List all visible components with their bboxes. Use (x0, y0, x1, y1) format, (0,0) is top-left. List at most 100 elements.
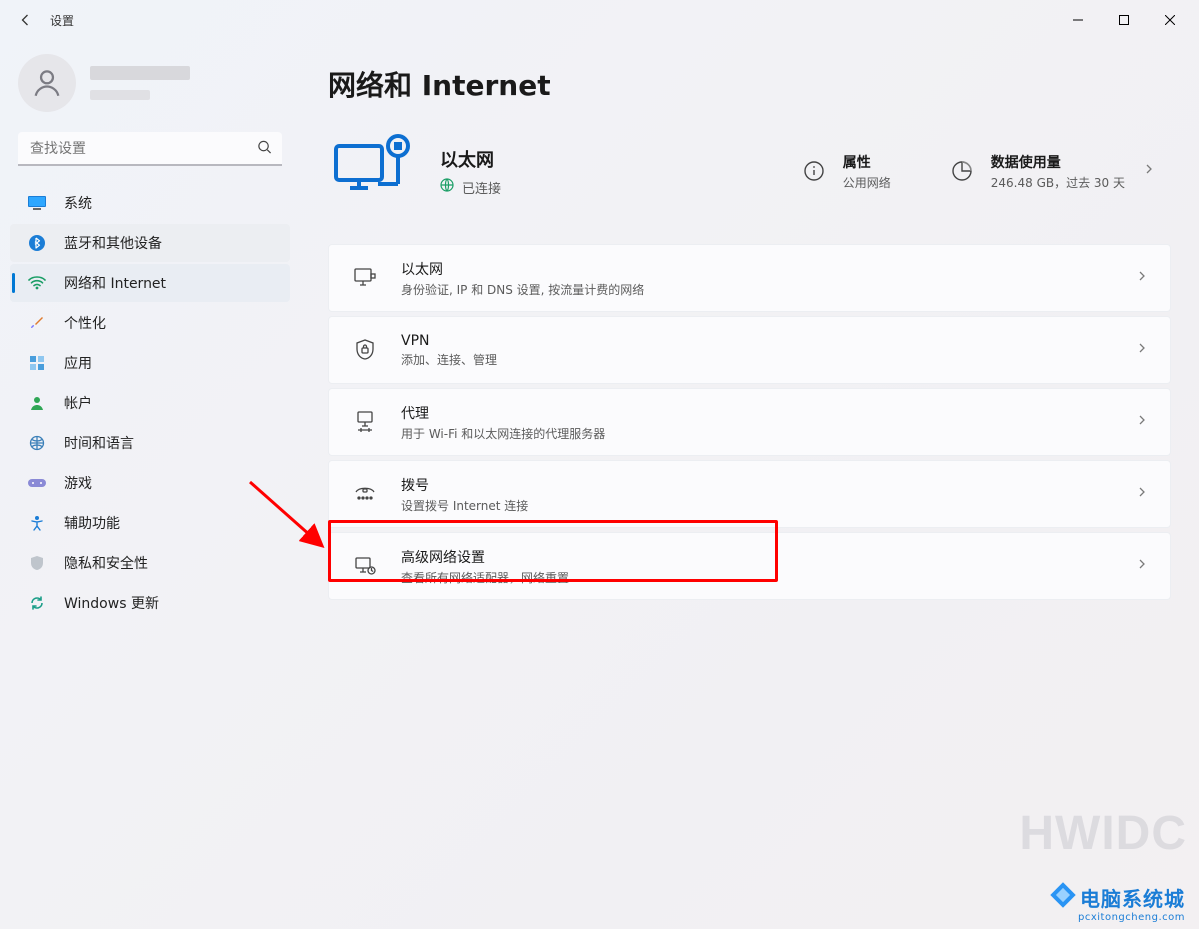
card-proxy[interactable]: 代理 用于 Wi-Fi 和以太网连接的代理服务器 (328, 388, 1171, 456)
globe-clock-icon (28, 434, 46, 452)
chevron-right-icon (1136, 342, 1148, 358)
profile-name-masked (90, 66, 190, 80)
monitor-icon (28, 194, 46, 212)
sidebar-item-label: 游戏 (64, 473, 92, 493)
data-usage-subtitle: 246.48 GB，过去 30 天 (991, 174, 1125, 191)
minimize-button[interactable] (1055, 4, 1101, 36)
card-subtitle: 用于 Wi-Fi 和以太网连接的代理服务器 (401, 425, 1136, 442)
watermark-en: pcxitongcheng.com (1054, 912, 1185, 923)
sidebar-item-label: 帐户 (64, 393, 92, 413)
data-usage-button[interactable]: 数据使用量 246.48 GB，过去 30 天 (929, 152, 1171, 191)
vpn-shield-icon (351, 336, 379, 364)
card-subtitle: 添加、连接、管理 (401, 351, 1136, 368)
chevron-right-icon (1136, 414, 1148, 430)
sidebar-item-label: Windows 更新 (64, 593, 159, 613)
profile-sub-masked (90, 90, 150, 100)
sidebar-item-bluetooth[interactable]: 蓝牙和其他设备 (10, 224, 290, 262)
info-icon (797, 154, 831, 188)
chevron-right-icon (1136, 486, 1148, 502)
account-icon (28, 394, 46, 412)
profile-block[interactable] (10, 50, 290, 132)
sidebar-item-system[interactable]: 系统 (10, 184, 290, 222)
sidebar-item-label: 应用 (64, 353, 92, 373)
app-title: 设置 (46, 12, 74, 29)
sidebar-item-time-language[interactable]: 时间和语言 (10, 424, 290, 462)
chevron-right-icon (1143, 163, 1155, 179)
pc-ethernet-icon (328, 126, 418, 216)
card-title: 代理 (401, 403, 1136, 423)
avatar (18, 54, 76, 112)
minimize-icon (1073, 15, 1083, 25)
page-title: 网络和 Internet (328, 64, 1171, 104)
advanced-network-icon (351, 552, 379, 580)
connection-status: 已连接 (462, 178, 501, 197)
watermark-cn: 电脑系统城 (1080, 887, 1185, 911)
bluetooth-icon (28, 234, 46, 252)
chevron-right-icon (1136, 558, 1148, 574)
chevron-right-icon (1136, 270, 1148, 286)
dialup-icon (351, 480, 379, 508)
connection-info: 以太网 已连接 (440, 146, 501, 197)
proxy-icon (351, 408, 379, 436)
person-icon (30, 66, 64, 100)
main-content: 网络和 Internet 以太网 已连接 (300, 40, 1199, 929)
brush-icon (28, 314, 46, 332)
sidebar-item-gaming[interactable]: 游戏 (10, 464, 290, 502)
properties-subtitle: 公用网络 (843, 174, 891, 191)
card-subtitle: 设置拨号 Internet 连接 (401, 497, 1136, 514)
sidebar-item-personalization[interactable]: 个性化 (10, 304, 290, 342)
shield-icon (28, 554, 46, 572)
sidebar-item-label: 辅助功能 (64, 513, 120, 533)
wifi-icon (28, 274, 46, 292)
connection-name: 以太网 (440, 146, 501, 172)
search-input[interactable] (18, 132, 282, 166)
watermark-diamond-icon (1050, 882, 1075, 907)
card-title: 高级网络设置 (401, 547, 1136, 567)
close-icon (1165, 15, 1175, 25)
properties-button[interactable]: 属性 公用网络 (781, 152, 907, 191)
network-status-row: 以太网 已连接 属性 公用网络 数据使用量 246.48 GB，过去 30 天 (328, 126, 1171, 216)
ethernet-card-icon (351, 264, 379, 292)
title-bar: 设置 (0, 0, 1199, 40)
apps-icon (28, 354, 46, 372)
sidebar-item-apps[interactable]: 应用 (10, 344, 290, 382)
arrow-left-icon (18, 12, 34, 28)
maximize-button[interactable] (1101, 4, 1147, 36)
sidebar-item-label: 隐私和安全性 (64, 553, 148, 573)
card-vpn[interactable]: VPN 添加、连接、管理 (328, 316, 1171, 384)
sidebar-item-network[interactable]: 网络和 Internet (10, 264, 290, 302)
back-button[interactable] (6, 2, 46, 38)
search-box[interactable] (18, 132, 282, 166)
watermark-hwidc: HWIDC (1019, 806, 1187, 861)
profile-text (90, 66, 190, 100)
sidebar-item-accounts[interactable]: 帐户 (10, 384, 290, 422)
nav-list: 系统 蓝牙和其他设备 网络和 Internet 个性化 应用 帐户 (10, 184, 290, 622)
search-icon (257, 140, 272, 159)
data-usage-icon (945, 154, 979, 188)
sidebar-item-accessibility[interactable]: 辅助功能 (10, 504, 290, 542)
sidebar-item-windows-update[interactable]: Windows 更新 (10, 584, 290, 622)
sidebar-item-label: 个性化 (64, 313, 106, 333)
sidebar: 系统 蓝牙和其他设备 网络和 Internet 个性化 应用 帐户 (0, 40, 300, 929)
sidebar-item-label: 蓝牙和其他设备 (64, 233, 162, 253)
watermark-logo: 电脑系统城 pcxitongcheng.com (1054, 883, 1185, 923)
properties-title: 属性 (843, 152, 891, 172)
close-button[interactable] (1147, 4, 1193, 36)
sidebar-item-privacy[interactable]: 隐私和安全性 (10, 544, 290, 582)
accessibility-icon (28, 514, 46, 532)
sidebar-item-label: 网络和 Internet (64, 273, 166, 293)
card-subtitle: 查看所有网络适配器，网络重置 (401, 569, 1136, 586)
maximize-icon (1119, 15, 1129, 25)
update-icon (28, 594, 46, 612)
globe-icon (440, 178, 454, 196)
window-controls (1055, 4, 1193, 36)
card-advanced-network[interactable]: 高级网络设置 查看所有网络适配器，网络重置 (328, 532, 1171, 600)
sidebar-item-label: 时间和语言 (64, 433, 134, 453)
card-title: 以太网 (401, 259, 1136, 279)
card-dialup[interactable]: 拨号 设置拨号 Internet 连接 (328, 460, 1171, 528)
sidebar-item-label: 系统 (64, 193, 92, 213)
data-usage-title: 数据使用量 (991, 152, 1125, 172)
card-ethernet[interactable]: 以太网 身份验证, IP 和 DNS 设置, 按流量计费的网络 (328, 244, 1171, 312)
card-title: 拨号 (401, 475, 1136, 495)
card-subtitle: 身份验证, IP 和 DNS 设置, 按流量计费的网络 (401, 281, 1136, 298)
